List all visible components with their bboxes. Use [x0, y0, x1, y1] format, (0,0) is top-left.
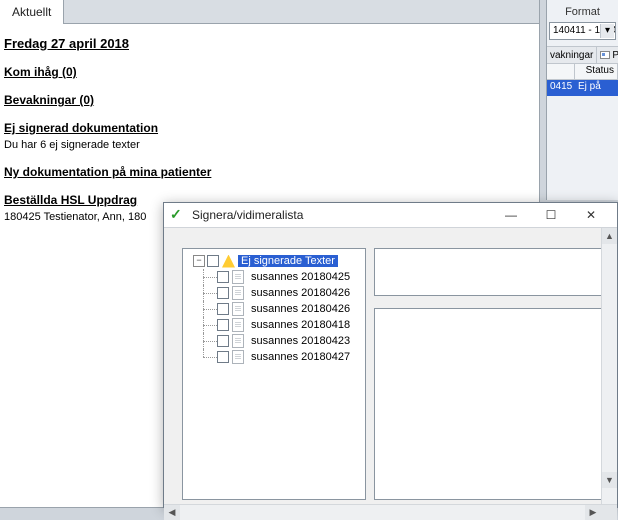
minimize-button[interactable]: — — [491, 203, 531, 227]
preview-small-box — [374, 248, 607, 296]
tree-item[interactable]: susannes 20180426 — [185, 301, 363, 317]
document-icon — [232, 350, 244, 364]
scroll-corner — [601, 505, 617, 520]
titlebar[interactable]: ✓ Signera/vidimeralista — ☐ ✕ — [164, 203, 617, 228]
checkbox[interactable] — [217, 335, 229, 347]
scroll-left-button[interactable]: ◀ — [164, 505, 180, 520]
unsigned-subtext: Du har 6 ej signerade texter — [4, 139, 535, 151]
tree-root-label: Ej signerade Texter — [238, 255, 338, 267]
card-icon — [600, 51, 610, 59]
tree-item[interactable]: susannes 20180418 — [185, 317, 363, 333]
dialog-body: − Ej signerade Texter susannes 20180425 s… — [164, 228, 617, 504]
subtabstrip: vakningar Pers — [547, 46, 618, 64]
checkbox[interactable] — [217, 271, 229, 283]
date-range-dropdown[interactable]: 140411 - 140419 ▾ — [549, 22, 616, 40]
right-side-panel: Format 140411 - 140419 ▾ vakningar Pers … — [546, 0, 618, 200]
document-icon — [232, 334, 244, 348]
format-label: Format — [547, 0, 618, 20]
tree-connector — [199, 317, 217, 333]
scroll-right-button[interactable]: ▶ — [585, 505, 601, 520]
document-icon — [232, 318, 244, 332]
unsigned-heading[interactable]: Ej signerad dokumentation — [4, 121, 535, 135]
chevron-down-icon: ▾ — [600, 24, 614, 38]
checkbox[interactable] — [217, 287, 229, 299]
subtab-bevakningar[interactable]: vakningar — [547, 47, 597, 63]
tree-item[interactable]: susannes 20180426 — [185, 285, 363, 301]
horizontal-scrollbar[interactable]: ◀ ▶ — [164, 504, 617, 520]
tree-item-label: susannes 20180425 — [248, 271, 353, 283]
tree-connector — [199, 285, 217, 301]
sign-list-dialog: ✓ Signera/vidimeralista — ☐ ✕ − Ej signe… — [163, 202, 618, 508]
grid-row-selected[interactable]: 0415 Ej på — [547, 80, 618, 96]
expand-toggle[interactable]: − — [193, 255, 205, 267]
tree-item-label: susannes 20180427 — [248, 351, 353, 363]
dialog-client: − Ej signerade Texter susannes 20180425 s… — [164, 228, 617, 520]
tree-view[interactable]: − Ej signerade Texter susannes 20180425 s… — [182, 248, 366, 500]
tree-root-row[interactable]: − Ej signerade Texter — [185, 253, 363, 269]
checkbox[interactable] — [217, 351, 229, 363]
main-content: Fredag 27 april 2018 Kom ihåg (0) Bevakn… — [0, 24, 539, 227]
warning-icon — [222, 255, 235, 268]
checkbox[interactable] — [217, 303, 229, 315]
watches-heading[interactable]: Bevakningar (0) — [4, 93, 535, 107]
dialog-title: Signera/vidimeralista — [192, 208, 491, 222]
tab-aktuellt[interactable]: Aktuellt — [0, 0, 64, 24]
close-button[interactable]: ✕ — [571, 203, 611, 227]
tree-item[interactable]: susannes 20180423 — [185, 333, 363, 349]
subtab-pers[interactable]: Pers — [597, 47, 618, 63]
tabstrip: Aktuellt — [0, 0, 539, 24]
grid-header: Status — [547, 64, 618, 80]
tree: − Ej signerade Texter susannes 20180425 s… — [183, 249, 365, 369]
checkbox[interactable] — [207, 255, 219, 267]
vertical-scrollbar[interactable]: ▲ ▼ — [601, 228, 617, 504]
newdocs-heading[interactable]: Ny dokumentation på mina patienter — [4, 165, 535, 179]
preview-large-box — [374, 308, 607, 500]
tree-connector — [199, 349, 217, 365]
subtab-pers-label: Pers — [612, 50, 618, 61]
checkbox[interactable] — [217, 319, 229, 331]
document-icon — [232, 270, 244, 284]
tree-connector — [199, 269, 217, 285]
date-heading: Fredag 27 april 2018 — [4, 36, 535, 51]
remember-heading[interactable]: Kom ihåg (0) — [4, 65, 535, 79]
cell-date: 0415 — [547, 80, 575, 96]
tree-item-label: susannes 20180423 — [248, 335, 353, 347]
maximize-button[interactable]: ☐ — [531, 203, 571, 227]
document-icon — [232, 286, 244, 300]
right-stack — [374, 248, 609, 500]
col-date[interactable] — [547, 64, 575, 79]
tree-item-label: susannes 20180426 — [248, 303, 353, 315]
tree-connector — [199, 301, 217, 317]
cell-status: Ej på — [575, 80, 618, 96]
tree-item[interactable]: susannes 20180427 — [185, 349, 363, 365]
tree-item-label: susannes 20180426 — [248, 287, 353, 299]
scroll-up-button[interactable]: ▲ — [602, 228, 617, 244]
scroll-down-button[interactable]: ▼ — [602, 472, 617, 488]
tree-connector — [199, 333, 217, 349]
col-status[interactable]: Status — [575, 64, 618, 79]
tree-item[interactable]: susannes 20180425 — [185, 269, 363, 285]
tree-item-label: susannes 20180418 — [248, 319, 353, 331]
checkmark-icon: ✓ — [170, 207, 186, 223]
document-icon — [232, 302, 244, 316]
